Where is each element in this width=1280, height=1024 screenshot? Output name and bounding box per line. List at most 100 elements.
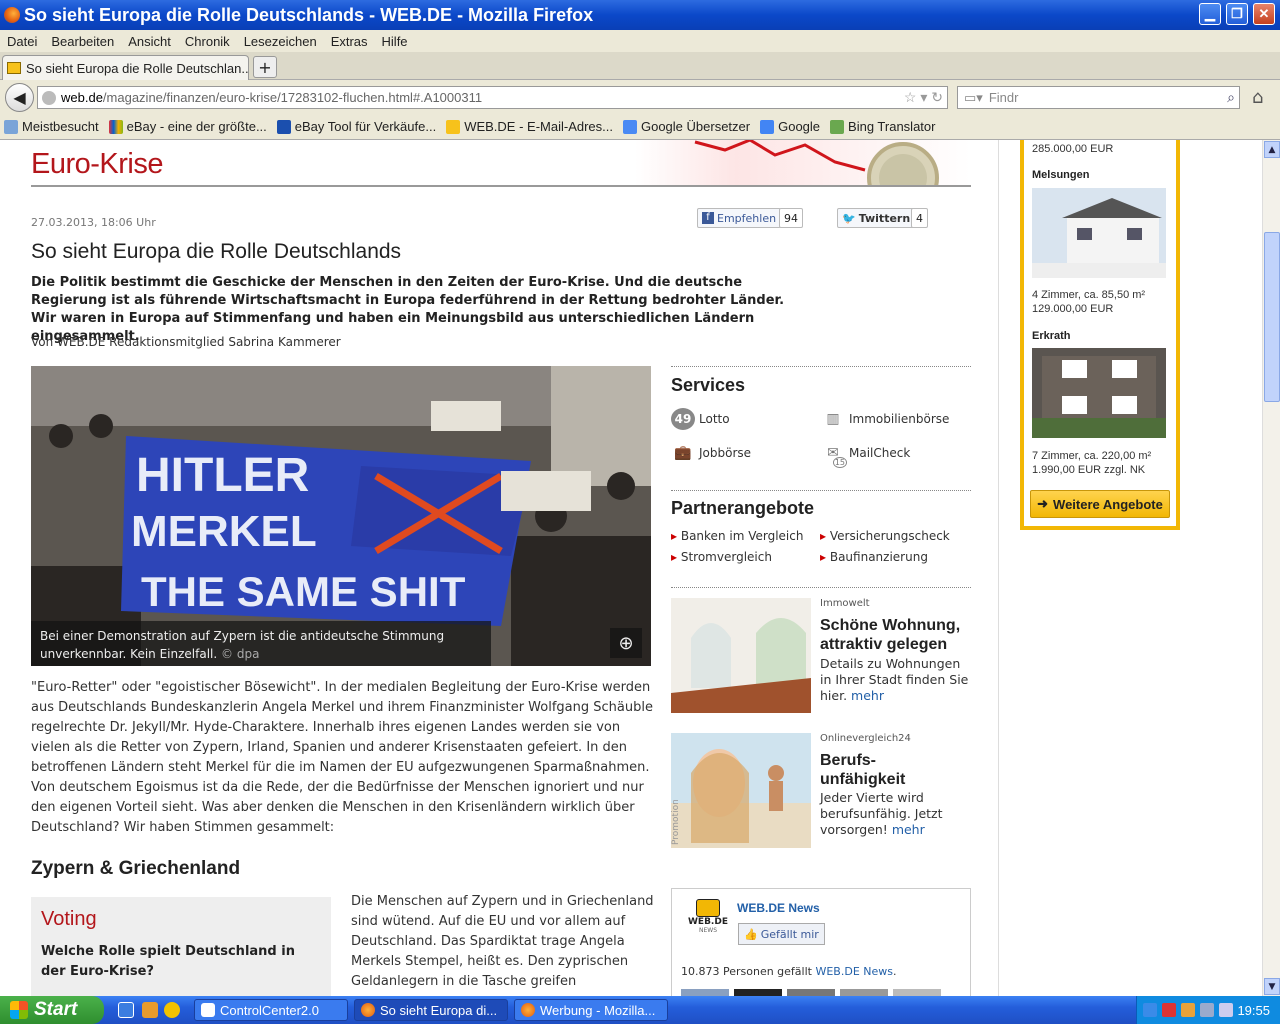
- network-icon[interactable]: [1143, 1003, 1157, 1017]
- service-immobilienboerse[interactable]: ▥ Immobilienbörse: [821, 408, 949, 430]
- facebook-icon: f: [702, 212, 714, 224]
- media-tray-icon[interactable]: [1181, 1003, 1195, 1017]
- security-icon[interactable]: [1162, 1003, 1176, 1017]
- promo-text: Details zu Wohnungen in Ihrer Stadt find…: [820, 656, 972, 704]
- service-jobboerse[interactable]: 💼 Jobbörse: [671, 442, 751, 464]
- facebook-like-button[interactable]: f Empfehlen: [697, 208, 782, 228]
- media-icon[interactable]: [142, 1002, 158, 1018]
- ie-icon[interactable]: [118, 1002, 134, 1018]
- partner-link-strom[interactable]: Stromvergleich: [671, 550, 772, 564]
- lotto-icon: 49: [671, 408, 695, 430]
- tab-active[interactable]: So sieht Europa die Rolle Deutschlan...: [2, 55, 249, 80]
- player-icon[interactable]: [164, 1002, 180, 1018]
- bookmark-webde[interactable]: WEB.DE - E-Mail-Adres...: [446, 119, 613, 134]
- volume-icon[interactable]: [1200, 1003, 1214, 1017]
- bookmark-ebay[interactable]: eBay - eine der größte...: [108, 119, 267, 134]
- url-bar[interactable]: web.de/magazine/finanzen/euro-krise/1728…: [37, 86, 948, 109]
- partner-title: Partnerangebote: [671, 498, 815, 518]
- avatar[interactable]: [840, 989, 888, 996]
- partner-link-banken[interactable]: Banken im Vergleich: [671, 529, 804, 543]
- bookmark-ebay-tool[interactable]: eBay Tool für Verkäufe...: [276, 119, 437, 134]
- twitter-icon: 🐦: [842, 211, 856, 225]
- house-photo-1[interactable]: [1032, 188, 1166, 278]
- rail-listing-1-price: 129.000,00 EUR: [1032, 303, 1114, 315]
- vertical-scrollbar[interactable]: ▲ ▼: [1262, 140, 1280, 996]
- task-controlcenter[interactable]: ControlCenter2.0: [194, 999, 348, 1021]
- bookmark-meistbesucht[interactable]: Meistbesucht: [4, 119, 99, 134]
- avatar[interactable]: [681, 989, 729, 996]
- avatar[interactable]: [787, 989, 835, 996]
- task-firefox-article[interactable]: So sieht Europa di...: [354, 999, 508, 1021]
- minimize-button[interactable]: ▁: [1199, 3, 1221, 25]
- rail-listing-2-city[interactable]: Erkrath: [1032, 330, 1071, 342]
- photo-caption: Bei einer Demonstration auf Zypern ist d…: [31, 621, 491, 666]
- facebook-like-box: WEB.DE NEWS WEB.DE News 👍 Gefällt mir 10.…: [671, 888, 971, 996]
- zoom-icon[interactable]: ⊕: [610, 628, 642, 658]
- more-offers-button[interactable]: ➜ Weitere Angebote: [1030, 490, 1170, 518]
- new-tab-button[interactable]: +: [253, 56, 277, 78]
- task-firefox-werbung[interactable]: Werbung - Mozilla...: [514, 999, 668, 1021]
- fb-count-link[interactable]: WEB.DE News: [815, 965, 893, 978]
- service-mailcheck[interactable]: ✉ 15 MailCheck: [821, 442, 910, 468]
- search-icon[interactable]: ⌕: [1227, 89, 1235, 106]
- scroll-thumb[interactable]: [1264, 232, 1280, 402]
- bookmark-label: Meistbesucht: [22, 119, 99, 134]
- search-engine-icon[interactable]: ▭▾: [964, 90, 983, 106]
- reload-icon[interactable]: ↻: [931, 89, 943, 105]
- promo-more-link[interactable]: mehr: [892, 822, 925, 837]
- rail-listing-1-city[interactable]: Melsungen: [1032, 169, 1089, 181]
- bookmark-google[interactable]: Google: [760, 119, 820, 134]
- bookmark-label: Google: [778, 119, 821, 134]
- window-titlebar: So sieht Europa die Rolle Deutschlands -…: [0, 0, 1280, 30]
- promo-source: Onlinevergleich24: [820, 733, 911, 744]
- windows-flag-icon: [10, 1001, 28, 1019]
- menu-extras[interactable]: Extras: [331, 34, 368, 49]
- article-body: "Euro-Retter" oder "egoistischer Bösewic…: [31, 680, 653, 835]
- service-lotto[interactable]: 49 Lotto: [671, 408, 730, 430]
- url-path: /magazine/finanzen/euro-krise/17283102-f…: [102, 90, 483, 105]
- menu-ansicht[interactable]: Ansicht: [128, 34, 171, 49]
- dropdown-icon[interactable]: ▾: [920, 89, 927, 105]
- folder-icon: [4, 119, 18, 134]
- menu-hilfe[interactable]: Hilfe: [382, 34, 408, 49]
- bookmark-label: eBay Tool für Verkäufe...: [294, 119, 437, 134]
- search-input[interactable]: ▭▾ Findr ⌕: [957, 86, 1240, 109]
- promo-title[interactable]: Berufs-unfähigkeit: [820, 751, 920, 789]
- bookmark-google-translate[interactable]: Google Übersetzer: [622, 119, 750, 134]
- tray-app-icon[interactable]: [1219, 1003, 1233, 1017]
- restore-button[interactable]: ❐: [1226, 3, 1248, 25]
- menu-lesezeichen[interactable]: Lesezeichen: [244, 34, 317, 49]
- scroll-up-icon[interactable]: ▲: [1264, 141, 1280, 158]
- avatar[interactable]: [734, 989, 782, 996]
- webde-icon: [446, 119, 461, 134]
- rail-top-price: 285.000,00 EUR: [1032, 143, 1114, 155]
- home-icon[interactable]: ⌂: [1252, 87, 1263, 108]
- section-title[interactable]: Euro-Krise: [31, 148, 164, 181]
- firefox-icon: [4, 7, 20, 23]
- close-button[interactable]: ✕: [1253, 3, 1275, 25]
- house-photo-2[interactable]: [1032, 348, 1166, 438]
- arrow-right-icon: ➜: [1037, 496, 1049, 511]
- navigation-bar: ◀ web.de/magazine/finanzen/euro-krise/17…: [0, 80, 1280, 114]
- fb-page-name[interactable]: WEB.DE News: [737, 901, 820, 915]
- menu-chronik[interactable]: Chronik: [185, 34, 230, 49]
- bookmarks-bar: Meistbesucht eBay - eine der größte... e…: [0, 114, 1280, 140]
- scroll-down-icon[interactable]: ▼: [1264, 978, 1280, 995]
- partner-link-versicherung[interactable]: Versicherungscheck: [820, 529, 950, 543]
- fb-like-button[interactable]: 👍 Gefällt mir: [738, 923, 825, 945]
- avatar[interactable]: [893, 989, 941, 996]
- back-button[interactable]: ◀: [5, 83, 34, 112]
- clock[interactable]: 19:55: [1237, 1003, 1270, 1018]
- bookmark-bing[interactable]: Bing Translator: [830, 119, 935, 134]
- menu-datei[interactable]: Datei: [7, 34, 37, 49]
- twitter-button[interactable]: 🐦 Twittern: [837, 208, 916, 228]
- url-domain: web.de: [61, 90, 103, 105]
- partner-link-baufinanzierung[interactable]: Baufinanzierung: [820, 550, 928, 564]
- start-button[interactable]: Start: [0, 996, 104, 1024]
- promo-title[interactable]: Schöne Wohnung, attraktiv gelegen: [820, 616, 972, 654]
- service-label: Jobbörse: [699, 446, 752, 460]
- promo-more-link[interactable]: mehr: [851, 688, 884, 703]
- bookmark-star-icon[interactable]: ☆: [904, 89, 917, 105]
- menu-bearbeiten[interactable]: Bearbeiten: [51, 34, 114, 49]
- caption-credit: © dpa: [221, 647, 260, 661]
